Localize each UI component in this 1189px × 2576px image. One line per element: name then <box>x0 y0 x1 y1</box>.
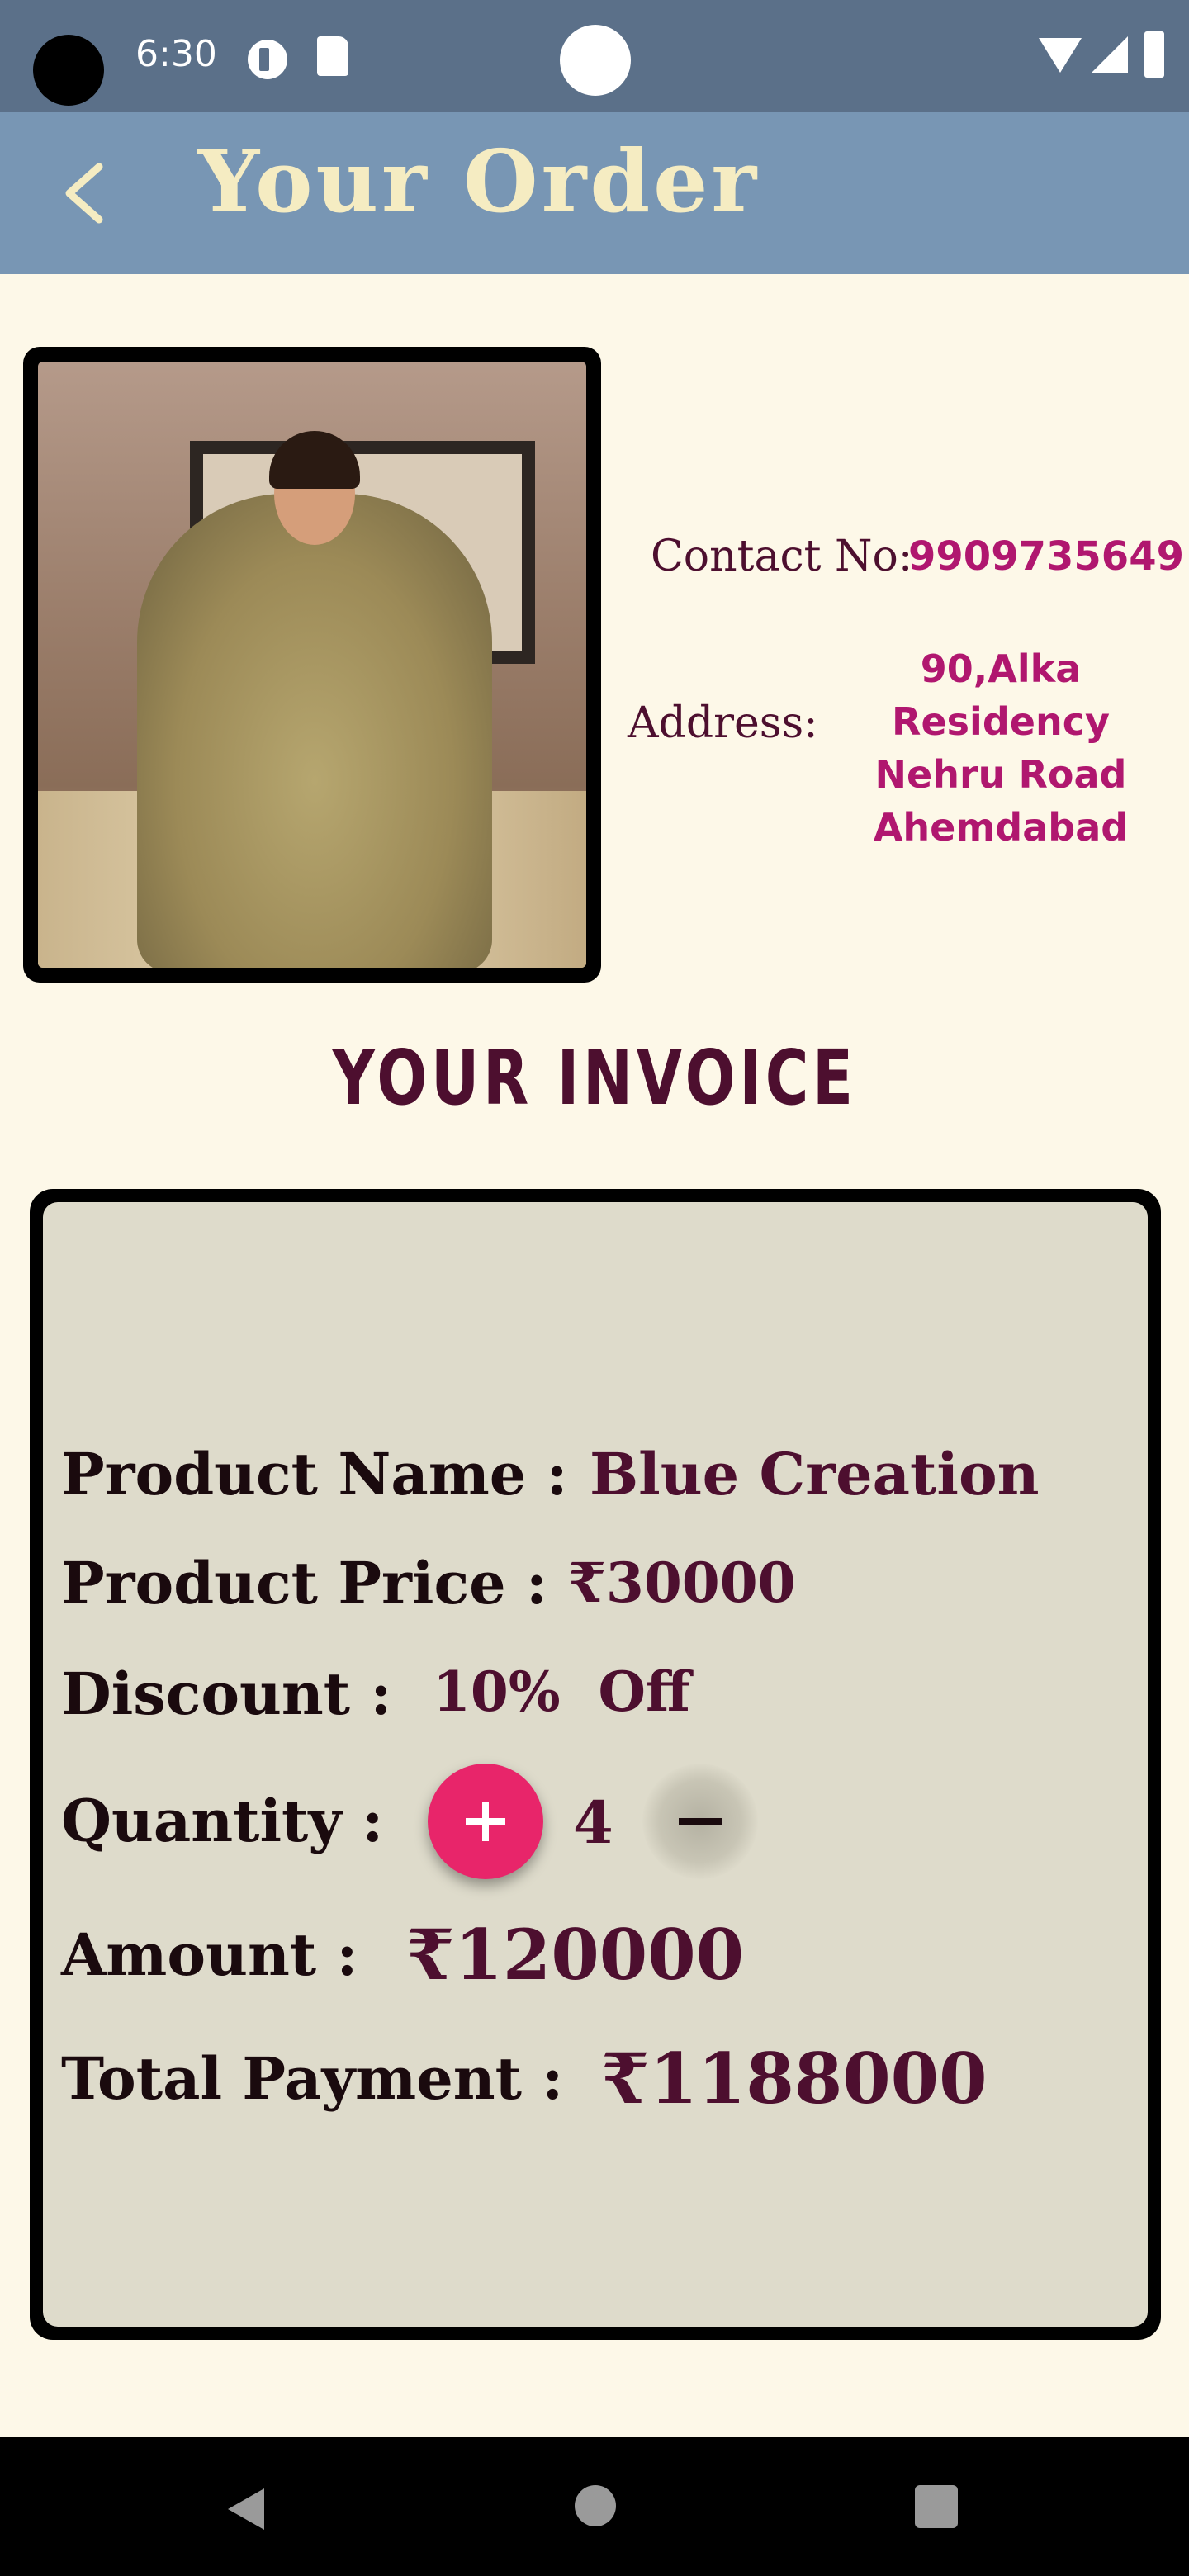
address-value: 90,Alka Residency Nehru Road Ahemdabad <box>812 642 1189 854</box>
signal-icon <box>1092 36 1128 73</box>
discount-label: Discount : <box>61 1660 392 1728</box>
back-triangle-icon[interactable] <box>223 2484 272 2533</box>
quantity-increment-button[interactable] <box>428 1764 543 1879</box>
status-bar: 6:30 <box>0 0 1189 112</box>
address-line: Ahemdabad <box>873 805 1129 850</box>
recents-square-icon[interactable] <box>915 2485 958 2528</box>
page-title: Your Order <box>0 130 1189 232</box>
product-name-value: Blue Creation <box>590 1440 1040 1508</box>
total-payment-label: Total Payment : <box>61 2044 564 2113</box>
contact-number: 9909735649 <box>908 533 1184 580</box>
quantity-value: 4 <box>573 1788 613 1857</box>
page-title-text: Your Order <box>197 130 760 232</box>
product-price-value: ₹30000 <box>568 1551 796 1615</box>
contact-label: Contact No: <box>651 532 913 581</box>
discount-value: 10% Off <box>433 1660 691 1724</box>
amount-label: Amount : <box>61 1920 358 1989</box>
invoice-card-body <box>43 1202 1148 2327</box>
invoice-card <box>30 1189 1161 2340</box>
camera-dot-icon <box>560 25 631 96</box>
minus-icon <box>679 1818 722 1825</box>
sd-card-icon <box>317 36 348 76</box>
total-payment-value: ₹1188000 <box>601 2038 988 2119</box>
quantity-decrement-button[interactable] <box>642 1764 758 1879</box>
product-price-label: Product Price : <box>61 1549 547 1617</box>
amount-value: ₹120000 <box>406 1914 745 1996</box>
invoice-heading: YOUR INVOICE <box>332 1034 857 1122</box>
photo-hair <box>269 431 360 489</box>
battery-icon <box>1144 31 1164 78</box>
product-photo <box>38 362 586 968</box>
product-photo-frame <box>23 347 601 983</box>
quantity-label: Quantity : <box>61 1787 384 1855</box>
wifi-icon <box>1039 38 1082 73</box>
address-line: Nehru Road <box>874 752 1127 797</box>
address-label: Address: <box>628 698 818 748</box>
camera-hole <box>33 35 104 106</box>
address-line: 90,Alka Residency <box>892 646 1110 744</box>
status-time: 6:30 <box>135 33 217 75</box>
product-name-label: Product Name : <box>61 1440 568 1508</box>
plus-icon-stroke <box>482 1802 489 1841</box>
photo-lehenga <box>137 494 492 968</box>
data-saver-icon <box>248 40 287 79</box>
home-circle-icon[interactable] <box>575 2485 616 2526</box>
